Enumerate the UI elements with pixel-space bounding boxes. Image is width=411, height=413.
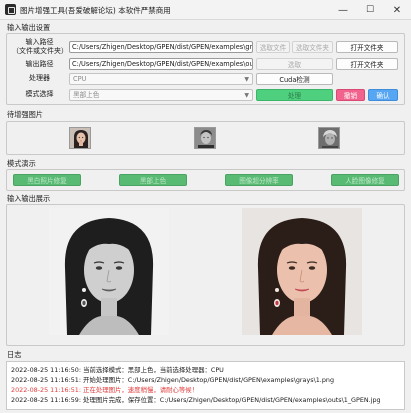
- select-output-button[interactable]: 选取: [256, 58, 333, 70]
- thumbnail-2[interactable]: [194, 127, 216, 149]
- demo-bw-restore-button[interactable]: 黑白照片修复: [13, 174, 81, 186]
- log-line-4: 2022-08-25 11:16:59: 处理图片完成，保存位置：C:/User…: [11, 396, 381, 404]
- open-output-folder-button[interactable]: 打开文件夹: [336, 58, 398, 70]
- portrait-old-man-gray-icon: [319, 128, 339, 148]
- mode-demo-title: 模式演示: [7, 159, 36, 168]
- log-line-2: 2022-08-25 11:16:51: 开始处理图片：C:/Users/Zhi…: [11, 376, 335, 384]
- maximize-icon[interactable]: ☐: [357, 0, 383, 20]
- demo-super-resolution-button[interactable]: 图像超分辨率: [225, 174, 293, 186]
- window-title: 图片增强工具(吾爱破解论坛) 本软件严禁商用: [20, 6, 171, 15]
- process-button[interactable]: 处理: [256, 89, 333, 101]
- log-title: 日志: [7, 350, 22, 359]
- minimize-icon[interactable]: —: [330, 0, 356, 20]
- processor-select[interactable]: CPU ▼: [69, 73, 253, 85]
- log-line-1: 2022-08-25 11:16:50: 当前选择模式：黑部上色，当前选择处理器…: [11, 366, 224, 374]
- pending-title: 待增强图片: [7, 110, 43, 119]
- processor-value: CPU: [73, 75, 87, 83]
- open-input-folder-button[interactable]: 打开文件夹: [336, 41, 398, 53]
- log-line-3: 2022-08-25 11:16:51: 正在处理图片，速度稍慢，请耐心等候！: [11, 386, 199, 394]
- portrait-woman-color-icon: [70, 128, 90, 148]
- stop-button[interactable]: 撤销: [336, 89, 365, 101]
- app-icon: [5, 4, 16, 15]
- confirm-button[interactable]: 确认: [368, 89, 398, 101]
- mode-select[interactable]: 黑部上色 ▼: [69, 89, 253, 101]
- processor-label: 处理器: [29, 74, 50, 82]
- input-path-sublabel: （文件或文件夹）: [12, 47, 68, 55]
- demo-face-restore-button[interactable]: 人脸图像修复: [331, 174, 399, 186]
- input-image: [49, 208, 169, 335]
- thumbnail-3[interactable]: [318, 127, 340, 149]
- select-file-button[interactable]: 选取文件: [256, 41, 290, 53]
- select-folder-button[interactable]: 选取文件夹: [292, 41, 333, 53]
- output-image: [242, 208, 362, 335]
- portrait-woman-grayscale-icon: [49, 208, 169, 335]
- io-display-title: 输入输出展示: [7, 194, 51, 203]
- portrait-man-gray-icon: [195, 128, 215, 148]
- close-icon[interactable]: ✕: [384, 0, 410, 20]
- mode-value: 黑部上色: [73, 91, 100, 99]
- chevron-down-icon: ▼: [244, 76, 249, 83]
- mode-label: 模式选择: [25, 90, 54, 98]
- output-path-field[interactable]: C:/Users/Zhigen/Desktop/GPEN/dist/GPEN/e…: [69, 58, 253, 70]
- io-settings-title: 输入输出设置: [7, 23, 51, 32]
- portrait-woman-colorized-icon: [242, 208, 362, 335]
- cuda-check-button[interactable]: Cuda检测: [256, 73, 333, 85]
- thumbnail-1[interactable]: [69, 127, 91, 149]
- log-panel[interactable]: 2022-08-25 11:16:50: 当前选择模式：黑部上色，当前选择处理器…: [6, 361, 405, 410]
- chevron-down-icon: ▼: [244, 92, 249, 99]
- demo-colorize-button[interactable]: 黑部上色: [119, 174, 187, 186]
- input-path-label: 输入路径: [25, 38, 54, 46]
- input-path-field[interactable]: C:/Users/Zhigen/Desktop/GPEN/dist/GPEN/e…: [69, 41, 253, 53]
- output-path-label: 输出路径: [25, 60, 54, 68]
